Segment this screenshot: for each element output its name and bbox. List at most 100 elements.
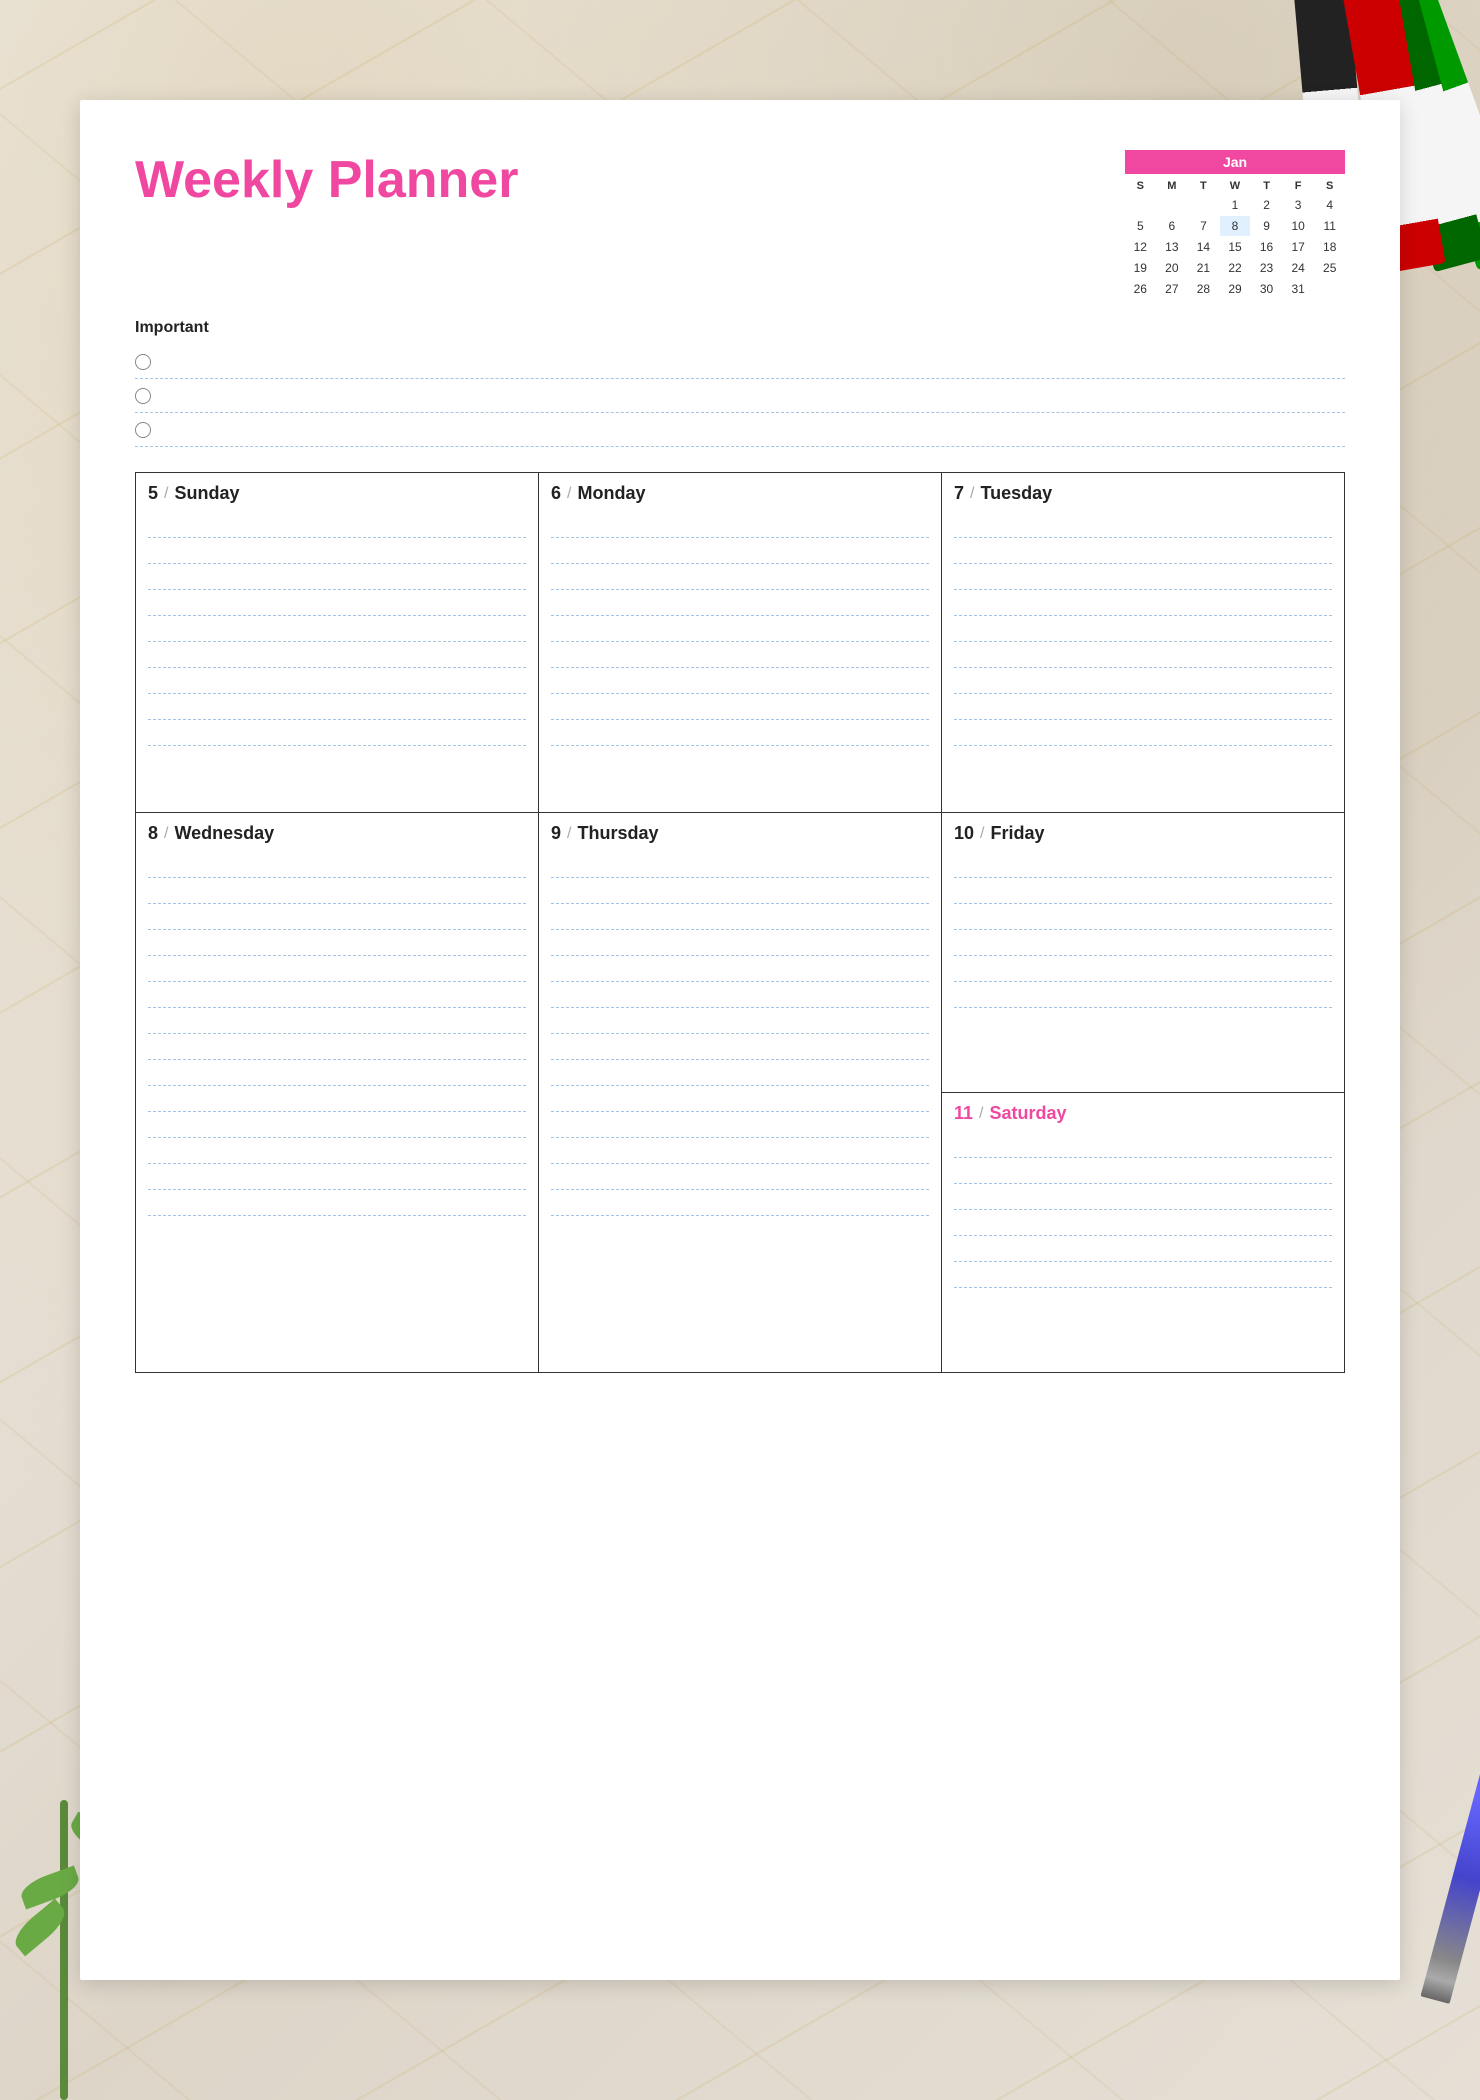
checkbox-2[interactable] — [135, 388, 151, 404]
mini-calendar: Jan S M T W T F S 1 2 3 4 5 6 7 8 — [1125, 150, 1345, 299]
cal-header-s2: S — [1314, 178, 1345, 194]
sunday-line-7[interactable] — [148, 668, 526, 694]
cal-header-t2: T — [1251, 178, 1282, 194]
sunday-lines[interactable] — [148, 512, 526, 746]
monday-name: Monday — [577, 483, 645, 504]
tuesday-line-4[interactable] — [954, 590, 1332, 616]
saturday-number: 11 — [954, 1103, 973, 1124]
tuesday-line-7[interactable] — [954, 668, 1332, 694]
monday-line-8[interactable] — [551, 694, 929, 720]
cal-day-6: 6 — [1157, 216, 1188, 236]
sunday-line-2[interactable] — [148, 538, 526, 564]
cal-day-2: 2 — [1251, 195, 1282, 215]
tuesday-line-2[interactable] — [954, 538, 1332, 564]
tuesday-lines[interactable] — [954, 512, 1332, 746]
sunday-header: 5 / Sunday — [148, 483, 526, 504]
cal-day-5: 5 — [1125, 216, 1156, 236]
important-row-3[interactable] — [135, 413, 1345, 447]
wednesday-slash: / — [164, 825, 168, 843]
cal-day-empty4 — [1314, 279, 1345, 299]
day-cell-monday: 6 / Monday — [539, 473, 942, 813]
important-row-1[interactable] — [135, 345, 1345, 379]
cal-day-21: 21 — [1188, 258, 1219, 278]
cal-day-22: 22 — [1220, 258, 1251, 278]
sunday-line-9[interactable] — [148, 720, 526, 746]
important-row-2[interactable] — [135, 379, 1345, 413]
friday-saturday-column: 10 / Friday 11 / Saturday — [942, 813, 1345, 1373]
cal-header-w: W — [1220, 178, 1251, 194]
tuesday-line-6[interactable] — [954, 642, 1332, 668]
thursday-header: 9 / Thursday — [551, 823, 929, 844]
cal-day-13: 13 — [1157, 237, 1188, 257]
calendar-month-label: Jan — [1223, 154, 1247, 170]
saturday-lines[interactable] — [954, 1132, 1332, 1288]
cal-day-empty2 — [1157, 195, 1188, 215]
day-cell-wednesday: 8 / Wednesday — [136, 813, 539, 1373]
cal-day-empty3 — [1188, 195, 1219, 215]
checkbox-3[interactable] — [135, 422, 151, 438]
monday-line-3[interactable] — [551, 564, 929, 590]
thursday-slash: / — [567, 825, 571, 843]
wednesday-number: 8 — [148, 823, 158, 844]
cal-day-1: 1 — [1220, 195, 1251, 215]
monday-slash: / — [567, 485, 571, 503]
monday-header: 6 / Monday — [551, 483, 929, 504]
sunday-line-8[interactable] — [148, 694, 526, 720]
monday-line-5[interactable] — [551, 616, 929, 642]
cal-header-m: M — [1157, 178, 1188, 194]
cal-day-7: 7 — [1188, 216, 1219, 236]
tuesday-line-1[interactable] — [954, 512, 1332, 538]
cal-day-30: 30 — [1251, 279, 1282, 299]
tuesday-line-3[interactable] — [954, 564, 1332, 590]
calendar-month-header: Jan — [1125, 150, 1345, 174]
planner-paper: Weekly Planner Jan S M T W T F S 1 2 3 4 — [80, 100, 1400, 1980]
days-row-2: 8 / Wednesday — [135, 813, 1345, 1373]
cal-day-23: 23 — [1251, 258, 1282, 278]
checkbox-1[interactable] — [135, 354, 151, 370]
day-cell-thursday: 9 / Thursday — [539, 813, 942, 1373]
sunday-line-1[interactable] — [148, 512, 526, 538]
sunday-line-6[interactable] — [148, 642, 526, 668]
cal-day-31: 31 — [1283, 279, 1314, 299]
monday-line-2[interactable] — [551, 538, 929, 564]
paper-header: Weekly Planner Jan S M T W T F S 1 2 3 4 — [135, 150, 1345, 299]
monday-line-1[interactable] — [551, 512, 929, 538]
monday-line-4[interactable] — [551, 590, 929, 616]
cal-day-28: 28 — [1188, 279, 1219, 299]
friday-header: 10 / Friday — [954, 823, 1332, 844]
sunday-name: Sunday — [174, 483, 239, 504]
sunday-line-5[interactable] — [148, 616, 526, 642]
cal-day-20: 20 — [1157, 258, 1188, 278]
monday-line-7[interactable] — [551, 668, 929, 694]
thursday-number: 9 — [551, 823, 561, 844]
cal-day-26: 26 — [1125, 279, 1156, 299]
wednesday-header: 8 / Wednesday — [148, 823, 526, 844]
sunday-line-4[interactable] — [148, 590, 526, 616]
saturday-slash: / — [979, 1105, 983, 1123]
thursday-name: Thursday — [577, 823, 658, 844]
friday-number: 10 — [954, 823, 974, 844]
wednesday-lines[interactable] — [148, 852, 526, 1216]
friday-name: Friday — [990, 823, 1044, 844]
cal-day-24: 24 — [1283, 258, 1314, 278]
sunday-line-3[interactable] — [148, 564, 526, 590]
tuesday-header: 7 / Tuesday — [954, 483, 1332, 504]
cal-day-25: 25 — [1314, 258, 1345, 278]
important-section: Important — [135, 319, 1345, 447]
monday-line-9[interactable] — [551, 720, 929, 746]
cal-day-9: 9 — [1251, 216, 1282, 236]
tuesday-line-8[interactable] — [954, 694, 1332, 720]
tuesday-line-5[interactable] — [954, 616, 1332, 642]
important-label: Important — [135, 319, 1345, 337]
thursday-lines[interactable] — [551, 852, 929, 1216]
cal-day-18: 18 — [1314, 237, 1345, 257]
days-row-1: 5 / Sunday 6 / Monday — [135, 472, 1345, 813]
day-cell-sunday: 5 / Sunday — [136, 473, 539, 813]
monday-lines[interactable] — [551, 512, 929, 746]
tuesday-line-9[interactable] — [954, 720, 1332, 746]
friday-lines[interactable] — [954, 852, 1332, 1008]
cal-day-8: 8 — [1220, 216, 1251, 236]
cal-day-29: 29 — [1220, 279, 1251, 299]
cal-header-t1: T — [1188, 178, 1219, 194]
monday-line-6[interactable] — [551, 642, 929, 668]
